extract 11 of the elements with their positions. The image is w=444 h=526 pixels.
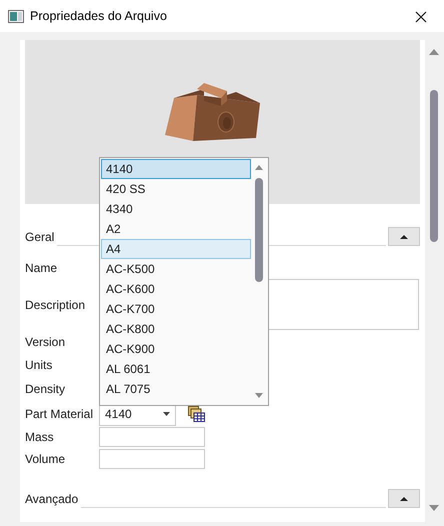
- field-label: Name: [25, 260, 58, 277]
- field-label: Density: [25, 380, 66, 398]
- field-label: Volume: [25, 450, 66, 468]
- window-title: Propriedades do Arquivo: [30, 8, 168, 25]
- field-label: Units: [25, 356, 54, 374]
- section-title: Avançado: [25, 491, 78, 508]
- field-label: Version: [25, 334, 66, 351]
- section-title: Geral: [25, 229, 54, 246]
- field-label: Mass: [25, 428, 55, 446]
- field-label: Description: [25, 296, 86, 314]
- field-label: Part Material: [25, 406, 94, 422]
